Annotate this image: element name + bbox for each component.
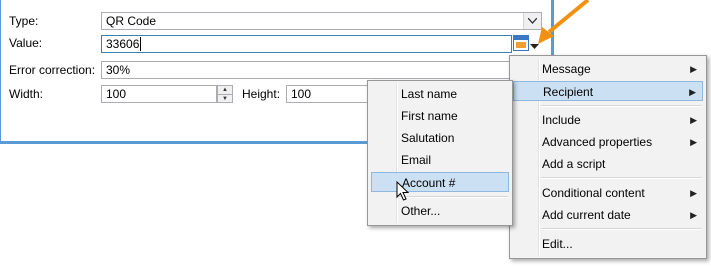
menu-separator: [541, 105, 702, 107]
value-input[interactable]: 33606: [101, 35, 512, 53]
menu-separator: [541, 228, 702, 230]
context-menu: Message ▶ Recipient ▶ Include ▶ Advanced…: [509, 55, 707, 259]
menu-item-edit[interactable]: Edit...: [513, 234, 703, 254]
spin-up-icon[interactable]: ▲: [218, 86, 232, 94]
menu-item-label: Add current date: [542, 208, 631, 222]
submenu-arrow-icon: ▶: [689, 87, 696, 97]
menu-item-message[interactable]: Message ▶: [513, 59, 703, 79]
height-input[interactable]: 100: [286, 85, 374, 103]
recipient-submenu: Last name First name Salutation Email Ac…: [367, 80, 513, 226]
menu-item-conditional-content[interactable]: Conditional content ▶: [513, 183, 703, 203]
submenu-arrow-icon: ▶: [690, 188, 697, 198]
submenu-item-other[interactable]: Other...: [371, 201, 509, 221]
value-label: Value:: [9, 36, 43, 50]
mouse-cursor-icon: [396, 181, 410, 201]
error-correction-input[interactable]: 30%: [101, 61, 542, 79]
submenu-arrow-icon: ▶: [690, 137, 697, 147]
width-label: Width:: [9, 87, 44, 101]
menu-item-label: Last name: [401, 87, 458, 101]
menu-item-add-script[interactable]: Add a script: [513, 154, 703, 174]
submenu-arrow-icon: ▶: [690, 64, 697, 74]
spin-down-icon[interactable]: ▼: [218, 94, 232, 103]
menu-item-label: First name: [401, 109, 458, 123]
menu-item-label: Message: [542, 62, 591, 76]
menu-item-label: Other...: [401, 204, 441, 218]
type-select[interactable]: QR Code: [101, 12, 542, 30]
menu-item-label: Include: [542, 113, 581, 127]
width-spinner[interactable]: ▲ ▼: [217, 85, 233, 103]
menu-item-label: Recipient: [543, 85, 594, 99]
insert-field-icon[interactable]: [513, 35, 529, 51]
width-value: 100: [106, 87, 127, 101]
callout-arrow-icon: [538, 0, 590, 44]
menu-item-add-current-date[interactable]: Add current date ▶: [513, 205, 703, 225]
menu-item-label: Conditional content: [542, 186, 645, 200]
height-label: Height:: [242, 87, 281, 101]
submenu-item-salutation[interactable]: Salutation: [371, 128, 509, 148]
submenu-item-email[interactable]: Email: [371, 150, 509, 170]
value-text: 33606: [106, 37, 140, 51]
menu-item-label: Account #: [402, 176, 456, 190]
menu-item-label: Email: [401, 153, 432, 167]
menu-item-advanced-properties[interactable]: Advanced properties ▶: [513, 132, 703, 152]
menu-item-label: Edit...: [542, 237, 573, 251]
menu-item-label: Advanced properties: [542, 135, 653, 149]
type-label: Type:: [9, 14, 39, 28]
submenu-item-account-number[interactable]: Account #: [371, 172, 509, 192]
menu-item-include[interactable]: Include ▶: [513, 110, 703, 130]
error-correction-label: Error correction:: [9, 63, 96, 77]
submenu-item-last-name[interactable]: Last name: [371, 84, 509, 104]
height-value: 100: [291, 87, 312, 101]
type-value: QR Code: [106, 14, 157, 28]
menu-separator: [541, 177, 702, 179]
error-correction-value: 30%: [106, 63, 131, 77]
menu-item-label: Salutation: [401, 131, 455, 145]
submenu-item-first-name[interactable]: First name: [371, 106, 509, 126]
menu-item-recipient[interactable]: Recipient ▶: [513, 81, 703, 101]
menu-separator: [399, 196, 508, 198]
menu-item-label: Add a script: [542, 157, 606, 171]
width-input[interactable]: 100: [101, 85, 217, 103]
submenu-arrow-icon: ▶: [690, 115, 697, 125]
submenu-arrow-icon: ▶: [690, 210, 697, 220]
